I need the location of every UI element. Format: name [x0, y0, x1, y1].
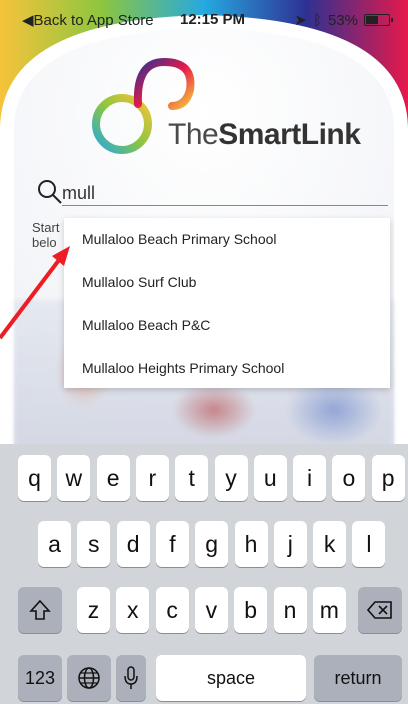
globe-icon	[78, 667, 100, 689]
key-b[interactable]: b	[234, 587, 268, 633]
battery-percent: 53%	[327, 11, 358, 29]
key-s[interactable]: s	[77, 521, 111, 567]
status-bar: ◀Back to App Store 12:15 PM ➤ ᛒ 53%	[0, 0, 408, 38]
key-f[interactable]: f	[155, 521, 189, 567]
microphone-icon	[124, 666, 138, 689]
key-a[interactable]: a	[38, 521, 71, 567]
space-key[interactable]: space	[156, 655, 306, 701]
suggestion-item[interactable]: Mullaloo Beach P&C	[64, 304, 390, 347]
suggestion-item[interactable]: Mullaloo Surf Club	[64, 261, 390, 304]
key-p[interactable]: p	[371, 455, 405, 501]
key-v[interactable]: v	[194, 587, 228, 633]
battery-icon	[364, 14, 393, 26]
shift-icon	[29, 599, 51, 620]
red-arrow-annotation	[0, 246, 70, 340]
key-c[interactable]: c	[155, 587, 189, 633]
search-icon	[38, 180, 62, 204]
key-t[interactable]: t	[175, 455, 209, 501]
location-icon: ➤	[294, 12, 307, 29]
onscreen-keyboard: 123 space return qwertyuiop asdfghjkl zxcv…	[0, 444, 408, 704]
key-o[interactable]: o	[332, 455, 366, 501]
brand-name: TheSmartLink	[168, 118, 361, 151]
suggestions-dropdown: Mullaloo Beach Primary School Mullaloo Su…	[64, 218, 390, 388]
shift-key[interactable]	[18, 587, 62, 633]
key-i[interactable]: i	[293, 455, 327, 501]
key-m[interactable]: m	[312, 587, 346, 633]
status-time: 12:15 PM	[180, 11, 246, 28]
numbers-key[interactable]: 123	[18, 655, 62, 701]
status-right: ➤ ᛒ 53%	[294, 11, 393, 29]
delete-icon	[367, 601, 392, 619]
key-q[interactable]: q	[18, 455, 51, 501]
key-l[interactable]: l	[352, 521, 386, 567]
back-to-app-store-link[interactable]: ◀Back to App Store	[22, 11, 154, 29]
globe-key[interactable]	[67, 655, 111, 701]
key-g[interactable]: g	[195, 521, 229, 567]
key-e[interactable]: e	[96, 455, 130, 501]
bluetooth-icon: ᛒ	[312, 11, 322, 29]
return-key[interactable]: return	[314, 655, 402, 701]
key-z[interactable]: z	[77, 587, 110, 633]
delete-key[interactable]	[358, 587, 402, 633]
key-r[interactable]: r	[135, 455, 169, 501]
key-u[interactable]: u	[253, 455, 287, 501]
key-y[interactable]: y	[214, 455, 248, 501]
suggestion-item[interactable]: Mullaloo Beach Primary School	[64, 218, 390, 261]
search-underline	[62, 205, 388, 206]
key-h[interactable]: h	[234, 521, 268, 567]
search-input[interactable]	[62, 182, 382, 204]
microphone-key[interactable]	[116, 655, 146, 701]
key-d[interactable]: d	[116, 521, 150, 567]
key-n[interactable]: n	[273, 587, 307, 633]
key-j[interactable]: j	[273, 521, 307, 567]
search-bar[interactable]	[36, 178, 388, 208]
app-screen: ◀Back to App Store 12:15 PM ➤ ᛒ 53% TheS…	[0, 0, 408, 704]
key-k[interactable]: k	[313, 521, 347, 567]
key-x[interactable]: x	[116, 587, 150, 633]
suggestion-item[interactable]: Mullaloo Heights Primary School	[64, 347, 390, 390]
key-w[interactable]: w	[57, 455, 91, 501]
